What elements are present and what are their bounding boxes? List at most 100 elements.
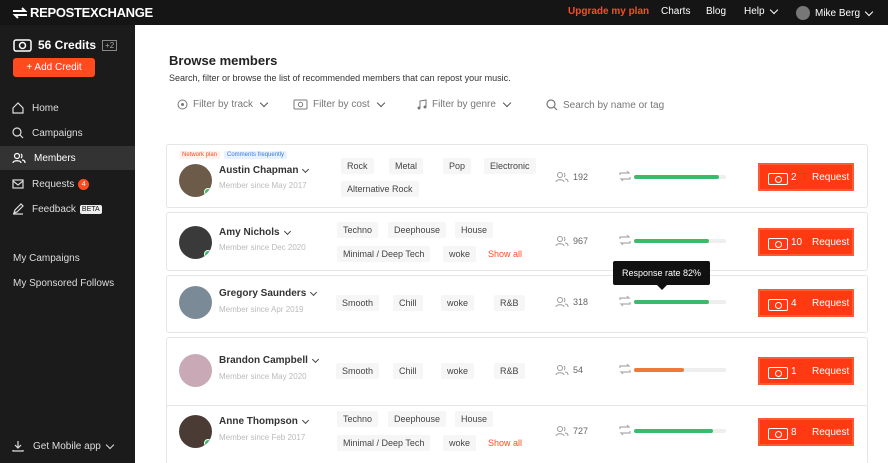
chevron-down-icon <box>105 440 115 449</box>
response-rate-bar <box>634 300 726 304</box>
help-menu[interactable]: Help <box>744 5 778 17</box>
user-menu[interactable]: Mike Berg <box>796 6 874 20</box>
logo[interactable]: REPOSTEXCHANGE <box>12 5 153 20</box>
network-plan-tag: Network plan <box>179 151 221 159</box>
avatar[interactable] <box>179 226 212 259</box>
filter-by-genre[interactable]: Filter by genre <box>417 98 512 110</box>
request-button[interactable]: 1 Request <box>758 357 854 385</box>
member-name-text: Austin Chapman <box>219 165 299 176</box>
genre-tag[interactable]: Rock <box>341 158 374 174</box>
request-button[interactable]: 4 Request <box>758 289 854 317</box>
member-name[interactable]: Anne Thompson <box>219 416 309 427</box>
request-button[interactable]: 10 Request <box>758 228 854 256</box>
response-rate-fill <box>634 175 719 179</box>
blog-link[interactable]: Blog <box>706 6 726 17</box>
upgrade-link[interactable]: Upgrade my plan <box>568 6 649 17</box>
response-rate-bar <box>634 429 726 433</box>
users-icon <box>555 172 569 183</box>
sidebar-item-requests[interactable]: Requests 4 <box>0 172 135 196</box>
request-label: Request <box>812 427 850 438</box>
followers-value: 967 <box>573 236 589 246</box>
chevron-down-icon <box>301 416 309 424</box>
member-name[interactable]: Amy Nichols <box>219 227 291 238</box>
add-credit-button[interactable]: + Add Credit <box>13 58 95 77</box>
genre-tag[interactable]: R&B <box>494 295 525 311</box>
request-label: Request <box>812 237 850 248</box>
followers-value: 727 <box>573 426 589 436</box>
genre-tag[interactable]: Deephouse <box>388 222 447 238</box>
genre-tag[interactable]: Pop <box>443 158 472 174</box>
sidebar-item-feedback[interactable]: Feedback BETA <box>0 197 135 221</box>
credit-icon <box>768 299 788 311</box>
beta-badge: BETA <box>79 204 102 214</box>
page-subtitle: Search, filter or browse the list of rec… <box>169 73 511 83</box>
member-name-text: Amy Nichols <box>219 227 280 238</box>
avatar[interactable] <box>179 354 212 387</box>
genre-tag[interactable]: House <box>455 222 494 238</box>
genre-tag[interactable]: Smooth <box>336 363 380 379</box>
show-all-link[interactable]: Show all <box>488 438 522 448</box>
member-name[interactable]: Brandon Campbell <box>219 355 319 366</box>
member-row: Gregory Saunders Member since Apr 2019 S… <box>166 275 868 333</box>
comments-frequently-tag: Comments frequently <box>224 151 288 159</box>
users-icon <box>555 297 569 308</box>
sidebar-item-label: Home <box>32 102 59 114</box>
genre-tag[interactable]: woke <box>443 246 477 262</box>
online-indicator <box>204 188 212 196</box>
genre-tag[interactable]: Deephouse <box>388 411 447 427</box>
genre-tag[interactable]: Techno <box>337 222 379 238</box>
avatar[interactable] <box>179 415 212 448</box>
genre-tag[interactable]: Metal <box>389 158 424 174</box>
genre-tag[interactable]: House <box>455 411 494 427</box>
avatar[interactable] <box>179 164 212 197</box>
avatar[interactable] <box>179 286 212 319</box>
genre-tag[interactable]: Techno <box>337 411 379 427</box>
logo-text: REPOSTEXCHANGE <box>30 5 153 20</box>
music-note-icon <box>417 99 427 110</box>
genre-tag[interactable]: Chill <box>393 295 423 311</box>
genre-tag[interactable]: Electronic <box>484 158 536 174</box>
my-sponsored-follows-link[interactable]: My Sponsored Follows <box>13 278 114 289</box>
online-indicator <box>204 250 212 258</box>
request-button[interactable]: 8 Request <box>758 418 854 446</box>
inbox-icon <box>12 179 24 189</box>
followers-count: 727 <box>555 425 588 437</box>
top-bar: REPOSTEXCHANGE Upgrade my plan Charts Bl… <box>0 0 888 25</box>
genre-tag[interactable]: Chill <box>393 363 423 379</box>
get-mobile-label: Get Mobile app <box>33 440 101 452</box>
genre-tag[interactable]: R&B <box>494 363 525 379</box>
repost-icon <box>619 295 631 307</box>
sidebar-item-campaigns[interactable]: Campaigns <box>0 121 135 145</box>
genre-tag[interactable]: woke <box>441 295 475 311</box>
genre-tag[interactable]: woke <box>443 435 477 451</box>
chevron-down-icon <box>864 7 874 16</box>
filter-by-cost[interactable]: Filter by cost <box>293 98 385 110</box>
chevron-down-icon <box>769 5 778 15</box>
request-cost: 2 <box>791 172 797 183</box>
chevron-down-icon <box>376 98 385 108</box>
member-name[interactable]: Gregory Saunders <box>219 288 318 299</box>
chevron-down-icon <box>283 227 291 235</box>
genre-tag[interactable]: Minimal / Deep Tech <box>337 246 431 262</box>
request-button[interactable]: 2 Request <box>758 163 854 191</box>
get-mobile-app[interactable]: Get Mobile app <box>12 440 115 452</box>
member-name-text: Anne Thompson <box>219 416 298 427</box>
show-all-link[interactable]: Show all <box>488 249 522 259</box>
credit-icon <box>768 173 788 185</box>
member-name[interactable]: Austin Chapman <box>219 165 310 176</box>
search-input[interactable]: Search by name or tag <box>546 99 664 111</box>
genre-tag[interactable]: Smooth <box>336 295 380 311</box>
genre-tag[interactable]: woke <box>441 363 475 379</box>
my-campaigns-link[interactable]: My Campaigns <box>13 253 80 264</box>
response-rate-fill <box>634 239 710 243</box>
followers-value: 54 <box>573 365 584 375</box>
sidebar-item-home[interactable]: Home <box>0 96 135 120</box>
member-name-text: Brandon Campbell <box>219 355 308 366</box>
charts-link[interactable]: Charts <box>661 6 690 17</box>
genre-tag[interactable]: Minimal / Deep Tech <box>337 435 431 451</box>
request-label: Request <box>812 172 850 183</box>
sidebar-item-members[interactable]: Members <box>0 146 135 170</box>
genre-tag[interactable]: Alternative Rock <box>341 181 419 197</box>
filter-by-track[interactable]: Filter by track <box>177 98 269 110</box>
response-rate-fill <box>634 368 684 372</box>
